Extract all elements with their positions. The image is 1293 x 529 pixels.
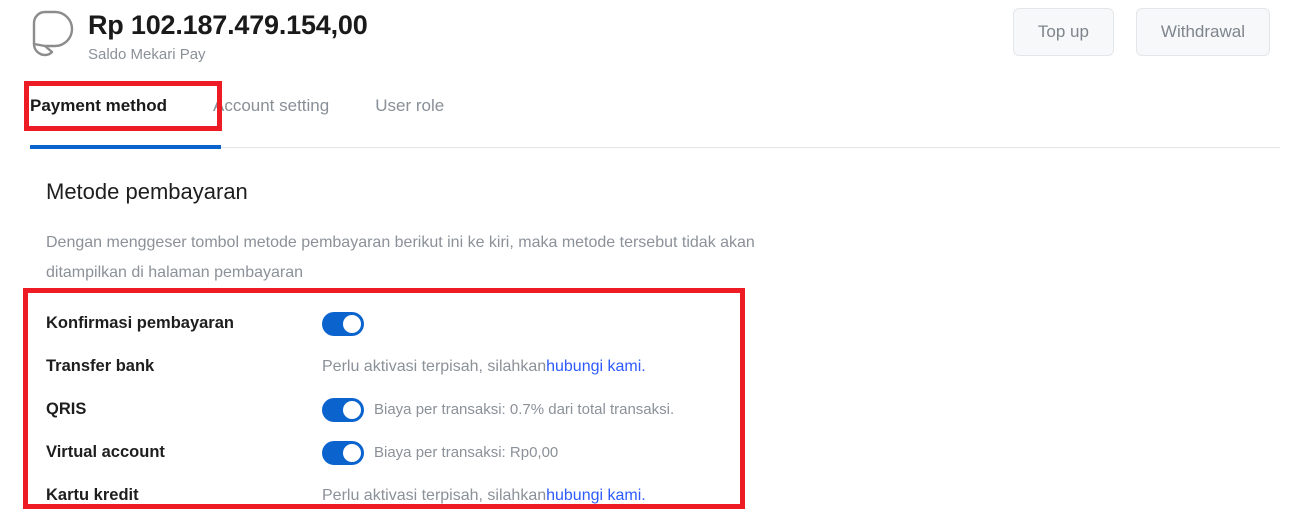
page-header: Rp 102.187.479.154,00 Saldo Mekari Pay T… [0, 0, 1293, 76]
activation-note-suffix: . [641, 486, 646, 504]
table-row: Virtual account Biaya per transaksi: Rp0… [46, 431, 736, 474]
payment-method-value: Biaya per transaksi: Rp0,00 [322, 440, 736, 465]
table-row: Kartu kredit Perlu aktivasi terpisah, si… [46, 474, 736, 517]
section-description: Dengan menggeser tombol metode pembayara… [46, 234, 755, 281]
balance-text-block: Rp 102.187.479.154,00 Saldo Mekari Pay [88, 6, 368, 65]
payment-method-label: QRIS [46, 400, 87, 418]
activation-note-prefix: Perlu aktivasi terpisah, silahkan [322, 486, 547, 504]
top-up-button[interactable]: Top up [1012, 8, 1114, 56]
payment-methods-table: Konfirmasi pembayaran Transfer bank Perl… [46, 302, 736, 517]
payment-method-value: Perlu aktivasi terpisah, silahkan hubung… [322, 358, 736, 376]
toggle-knob [343, 443, 361, 462]
payment-method-label: Kartu kredit [46, 486, 139, 504]
page-title: Metode pembayaran [46, 179, 248, 204]
activation-note-suffix: . [641, 357, 646, 375]
toggle-virtual-account[interactable] [322, 440, 364, 465]
table-row: QRIS Biaya per transaksi: 0.7% dari tota… [46, 388, 736, 431]
balance-amount: Rp 102.187.479.154,00 [88, 10, 368, 40]
payment-method-value: Perlu aktivasi terpisah, silahkan hubung… [322, 487, 736, 505]
balance-caption: Saldo Mekari Pay [88, 46, 206, 63]
toggle-knob [343, 400, 361, 419]
activation-note-prefix: Perlu aktivasi terpisah, silahkan [322, 357, 547, 375]
payment-method-label: Konfirmasi pembayaran [46, 314, 234, 332]
toggle-konfirmasi-pembayaran[interactable] [322, 311, 364, 336]
contact-us-link[interactable]: hubungi kami [546, 358, 641, 376]
withdrawal-button[interactable]: Withdrawal [1135, 8, 1270, 56]
table-row: Konfirmasi pembayaran [46, 302, 736, 345]
tab-account-setting[interactable]: Account setting [213, 82, 329, 133]
payment-method-value [322, 311, 736, 336]
tab-list: Payment method Account setting User role [30, 82, 490, 133]
balance-summary: Rp 102.187.479.154,00 Saldo Mekari Pay [22, 6, 368, 66]
header-action-buttons: Top up Withdrawal [1012, 8, 1270, 56]
tab-payment-method[interactable]: Payment method [30, 82, 167, 133]
payment-method-label: Transfer bank [46, 357, 155, 375]
payment-method-label: Virtual account [46, 443, 165, 461]
tab-bar: Payment method Account setting User role [0, 82, 1293, 150]
payment-method-value: Biaya per transaksi: 0.7% dari total tra… [322, 397, 736, 422]
fee-note: Biaya per transaksi: 0.7% dari total tra… [374, 401, 675, 418]
mekari-pay-logo-icon [22, 6, 80, 66]
fee-note: Biaya per transaksi: Rp0,00 [374, 444, 559, 461]
tab-user-role[interactable]: User role [375, 82, 444, 133]
toggle-knob [343, 314, 361, 333]
toggle-qris[interactable] [322, 397, 364, 422]
contact-us-link[interactable]: hubungi kami [546, 487, 641, 505]
table-row: Transfer bank Perlu aktivasi terpisah, s… [46, 345, 736, 388]
active-tab-indicator [30, 145, 221, 149]
